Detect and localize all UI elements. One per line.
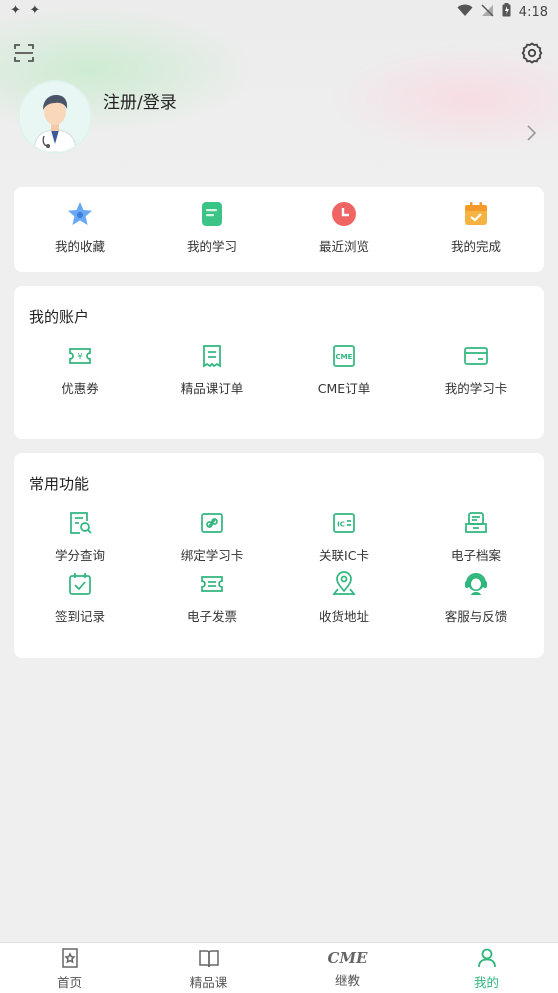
account-card: 我的账户 ¥ 优惠券 精品课订单 CME CME订单 我的学习卡 — [14, 286, 544, 439]
status-time: 4:18 — [518, 4, 548, 20]
ic-card-icon: IC — [330, 509, 358, 537]
star-icon — [66, 200, 94, 228]
quick-item-recent[interactable]: 最近浏览 — [278, 200, 410, 255]
account-item-course-orders[interactable]: 精品课订单 — [146, 342, 278, 397]
chevron-right-icon[interactable] — [524, 124, 538, 142]
quick-item-label: 我的学习 — [186, 239, 237, 254]
settings-gear-icon[interactable] — [520, 41, 544, 65]
quick-item-label: 最近浏览 — [318, 239, 369, 254]
nav-tab-label: 首页 — [56, 975, 82, 990]
functions-section-title: 常用功能 — [29, 475, 90, 493]
book-icon — [198, 947, 220, 969]
coupon-icon: ¥ — [66, 342, 94, 370]
checkin-icon — [66, 570, 94, 598]
cme-order-icon: CME — [330, 342, 358, 370]
cme-icon: CME — [327, 949, 368, 967]
avatar[interactable] — [20, 82, 90, 152]
location-icon — [330, 570, 358, 598]
quick-item-completed[interactable]: 我的完成 — [410, 200, 542, 255]
function-item-address[interactable]: 收货地址 — [278, 570, 410, 625]
function-item-label: 电子档案 — [450, 548, 501, 563]
receipt-icon — [198, 342, 226, 370]
account-section-title: 我的账户 — [29, 308, 90, 326]
wifi-icon — [457, 4, 473, 21]
headset-icon — [462, 570, 490, 598]
no-signal-icon — [481, 4, 494, 21]
nav-tab-label: 继教 — [334, 973, 360, 988]
account-item-learning-card[interactable]: 我的学习卡 — [410, 342, 542, 397]
battery-icon — [502, 3, 511, 21]
function-item-label: 绑定学习卡 — [180, 548, 244, 563]
document-icon — [198, 200, 226, 228]
notification-icons: ✦ ✦ — [10, 3, 43, 18]
nav-tab-home[interactable]: 首页 — [0, 943, 139, 993]
function-item-support[interactable]: 客服与反馈 — [410, 570, 542, 625]
nav-tab-courses[interactable]: 精品课 — [139, 943, 278, 993]
functions-card: 常用功能 学分查询 绑定学习卡 IC 关联IC卡 电子档案 签到记录 电子发票 — [14, 453, 544, 658]
home-icon — [59, 947, 81, 969]
quick-item-learning[interactable]: 我的学习 — [146, 200, 278, 255]
nav-tab-label: 我的 — [473, 975, 499, 990]
account-item-label: 精品课订单 — [180, 381, 244, 396]
scan-icon[interactable] — [12, 41, 36, 65]
link-card-icon — [198, 509, 226, 537]
account-item-coupon[interactable]: ¥ 优惠券 — [14, 342, 146, 397]
account-item-label: CME订单 — [317, 381, 371, 396]
quick-item-favorites[interactable]: 我的收藏 — [14, 200, 146, 255]
quick-item-label: 我的收藏 — [54, 239, 105, 254]
function-item-checkin[interactable]: 签到记录 — [14, 570, 146, 625]
clock-icon — [330, 200, 358, 228]
archive-icon — [462, 509, 490, 537]
credit-search-icon — [66, 509, 94, 537]
function-item-bind-card[interactable]: 绑定学习卡 — [146, 509, 278, 564]
function-item-e-invoice[interactable]: 电子发票 — [146, 570, 278, 625]
calendar-check-icon — [462, 200, 490, 228]
function-item-label: 收货地址 — [318, 609, 369, 624]
invoice-icon — [198, 570, 226, 598]
nav-tab-mine[interactable]: 我的 — [417, 943, 556, 993]
account-item-label: 优惠券 — [61, 381, 99, 396]
profile-header-background — [0, 0, 558, 190]
function-item-label: 客服与反馈 — [444, 609, 508, 624]
svg-text:IC: IC — [337, 521, 345, 529]
function-item-label: 电子发票 — [186, 609, 237, 624]
account-item-label: 我的学习卡 — [444, 381, 508, 396]
quick-item-label: 我的完成 — [450, 239, 501, 254]
bottom-navigation: 首页 精品课 CME 继教 我的 — [0, 942, 558, 993]
svg-text:CME: CME — [336, 353, 353, 361]
function-item-label: 学分查询 — [54, 548, 105, 563]
nav-tab-label: 精品课 — [189, 975, 228, 990]
svg-text:¥: ¥ — [77, 352, 82, 361]
function-item-e-archive[interactable]: 电子档案 — [410, 509, 542, 564]
status-bar: ✦ ✦ 4:18 — [0, 0, 558, 24]
nav-tab-cme[interactable]: CME 继教 — [278, 943, 417, 993]
function-item-credit-query[interactable]: 学分查询 — [14, 509, 146, 564]
login-register-link[interactable]: 注册/登录 — [103, 88, 177, 113]
function-item-label: 关联IC卡 — [319, 548, 369, 563]
function-item-label: 签到记录 — [54, 609, 105, 624]
person-icon — [476, 947, 498, 969]
quick-actions-card: 我的收藏 我的学习 最近浏览 我的完成 — [14, 187, 544, 272]
function-item-ic-card[interactable]: IC 关联IC卡 — [278, 509, 410, 564]
account-item-cme-orders[interactable]: CME CME订单 — [278, 342, 410, 397]
card-icon — [462, 342, 490, 370]
